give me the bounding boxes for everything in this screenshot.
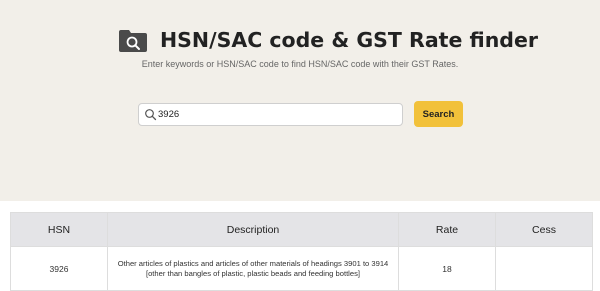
description-line-1: Other articles of plastics and articles … — [117, 258, 389, 268]
page-subtitle: Enter keywords or HSN/SAC code to find H… — [141, 59, 459, 69]
column-header-rate: Rate — [398, 212, 496, 247]
description-line-2: [other than bangles of plastic, plastic … — [145, 268, 361, 278]
table-row: 3926 Other articles of plastics and arti… — [10, 246, 593, 291]
cell-description: Other articles of plastics and articles … — [107, 246, 399, 291]
cell-rate: 18 — [398, 246, 496, 291]
results-table: HSN Description Rate Cess 3926 Other art… — [10, 212, 593, 291]
column-header-hsn: HSN — [10, 212, 108, 247]
column-header-description: Description — [107, 212, 399, 247]
search-icon — [145, 109, 157, 121]
cell-cess — [495, 246, 593, 291]
table-header-row: HSN Description Rate Cess — [10, 212, 593, 247]
column-header-cess: Cess — [495, 212, 593, 247]
search-input[interactable] — [158, 106, 398, 123]
cell-hsn: 3926 — [10, 246, 108, 291]
page-title: HSN/SAC code & GST Rate finder — [160, 28, 538, 52]
folder-search-icon — [119, 30, 147, 52]
search-box[interactable] — [138, 103, 403, 126]
hero-section: HSN/SAC code & GST Rate finder Enter key… — [0, 0, 600, 201]
search-button[interactable]: Search — [414, 101, 463, 127]
